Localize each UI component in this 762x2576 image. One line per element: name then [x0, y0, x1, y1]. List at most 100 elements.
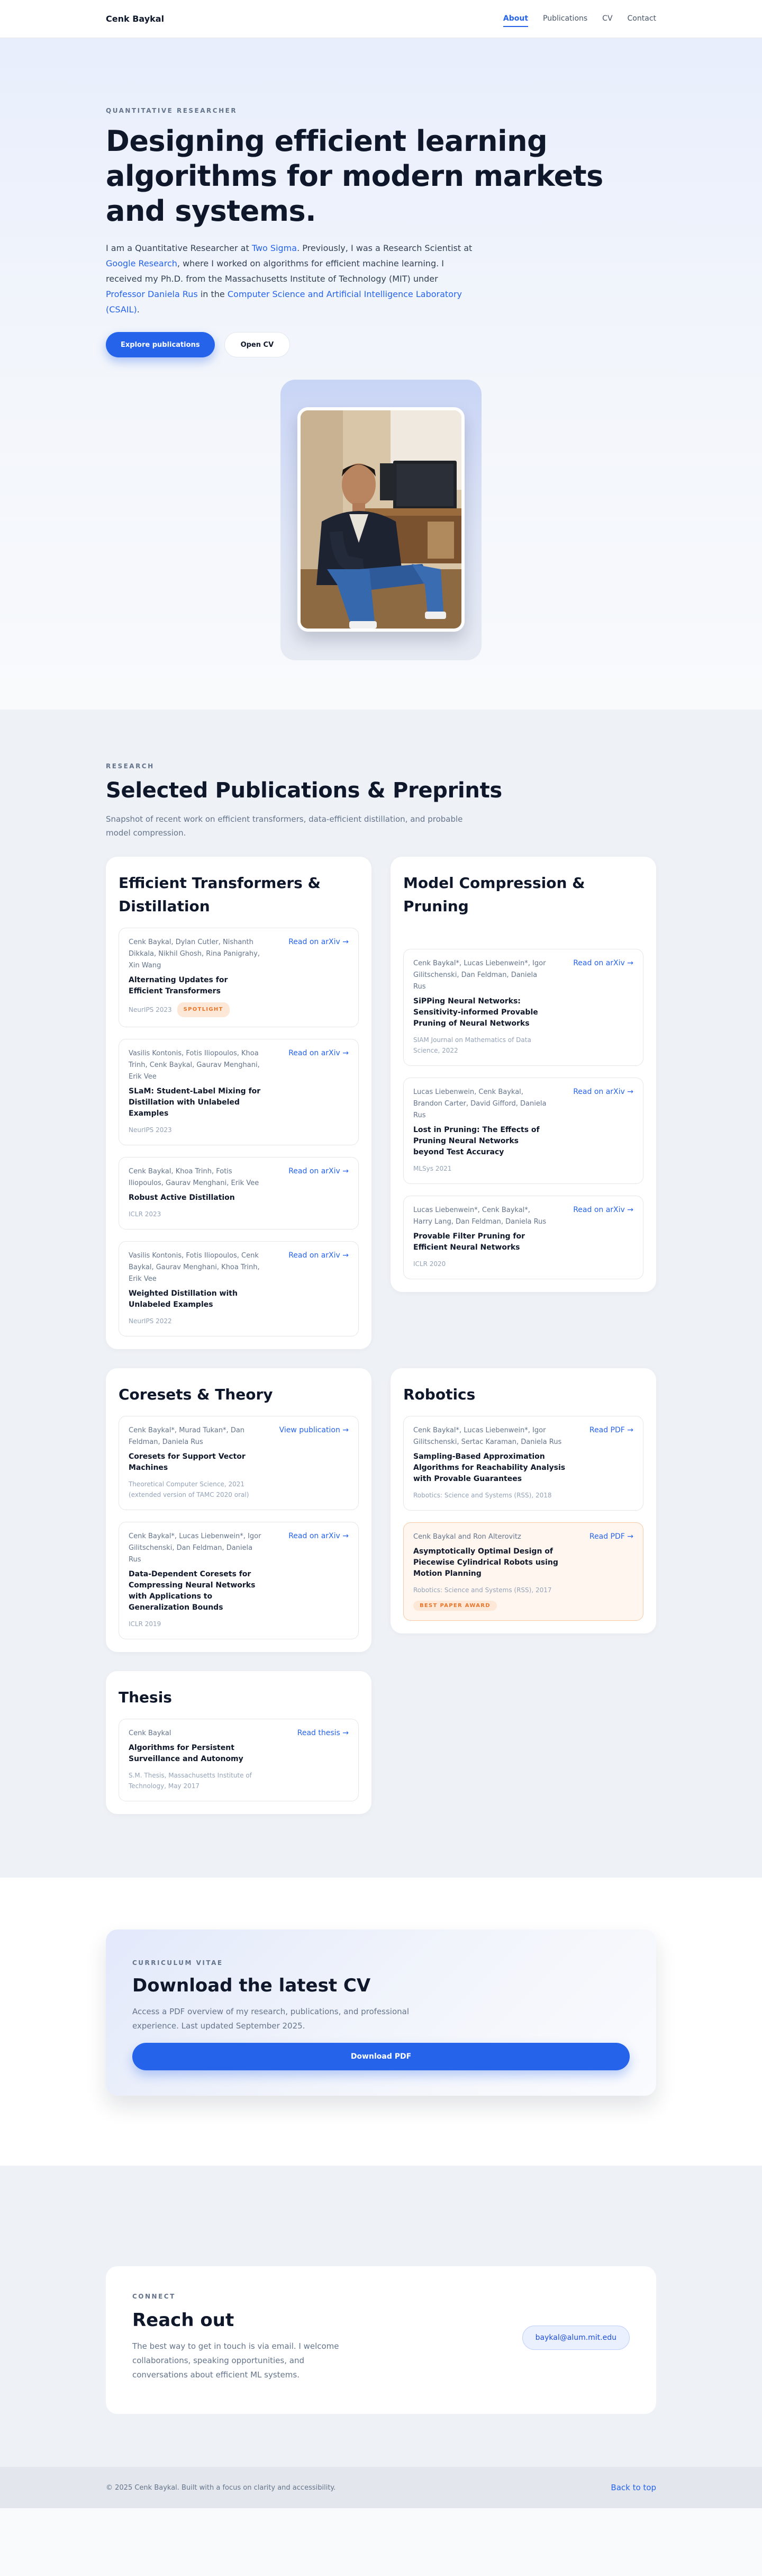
- publication-item: Lucas Liebenwein*, Cenk Baykal*, Harry L…: [403, 1196, 643, 1279]
- publication-authors: Cenk Baykal*, Lucas Liebenwein*, Igor Gi…: [129, 1532, 261, 1564]
- publication-body: Cenk Baykal and Ron Alterovitz Asymptoti…: [413, 1531, 567, 1611]
- category-title: Robotics: [403, 1386, 476, 1403]
- category-title: Thesis: [119, 1689, 172, 1706]
- publication-authors: Vasilis Kontonis, Fotis Iliopoulos, Khoa…: [129, 1049, 260, 1081]
- publication-venue: SIAM Journal on Mathematics of Data Scie…: [413, 1036, 531, 1054]
- publication-venue: NeurIPS 2023: [129, 1006, 172, 1013]
- publication-title: Coresets for Support Vector Machines: [129, 1452, 246, 1472]
- publication-venue: MLSys 2021: [413, 1165, 452, 1172]
- publication-authors: Cenk Baykal and Ron Alterovitz: [413, 1533, 521, 1541]
- publication-venue-row: NeurIPS 2023 SPOTLIGHT: [129, 1002, 264, 1017]
- publication-venue: Robotics: Science and Systems (RSS), 201…: [413, 1492, 552, 1499]
- category-card-robotics: Robotics Cenk Baykal*, Lucas Liebenwein*…: [391, 1368, 656, 1633]
- publication-title: Lost in Pruning: The Effects of Pruning …: [413, 1126, 540, 1156]
- nav-links: About Publications CV Contact: [503, 11, 656, 27]
- publication-title: SiPPing Neural Networks: Sensitivity-inf…: [413, 997, 538, 1028]
- publication-title: Sampling-Based Approximation Algorithms …: [413, 1452, 566, 1483]
- top-nav: Cenk Baykal About Publications CV Contac…: [0, 0, 762, 38]
- publication-venue: NeurIPS 2023: [129, 1126, 172, 1134]
- publication-body: Cenk Baykal, Dylan Cutler, Nishanth Dikk…: [129, 937, 264, 1017]
- contact-eyebrow: CONNECT: [132, 2293, 176, 2300]
- explore-publications-button[interactable]: Explore publications: [106, 332, 215, 357]
- bio-text-4: in the: [197, 289, 228, 299]
- download-pdf-button[interactable]: Download PDF: [132, 2043, 630, 2070]
- publication-body: Cenk Baykal*, Murad Tukan*, Dan Feldman,…: [129, 1425, 253, 1500]
- publication-body: Cenk Baykal*, Lucas Liebenwein*, Igor Gi…: [129, 1531, 264, 1629]
- bio-text-2: . Previously, I was a Research Scientist…: [297, 243, 473, 253]
- contact-card: CONNECT Reach out The best way to get in…: [106, 2266, 656, 2414]
- publication-authors: Cenk Baykal*, Murad Tukan*, Dan Feldman,…: [129, 1426, 245, 1446]
- nav-link-publications[interactable]: Publications: [543, 11, 587, 27]
- read-on-arxiv-link[interactable]: Read on arXiv →: [288, 1048, 349, 1135]
- brand-link[interactable]: Cenk Baykal: [106, 14, 164, 24]
- publication-authors: Cenk Baykal*, Lucas Liebenwein*, Igor Gi…: [413, 1426, 562, 1446]
- open-cv-button[interactable]: Open CV: [224, 332, 291, 357]
- publication-item: Cenk Baykal Algorithms for Persistent Su…: [119, 1719, 359, 1801]
- read-on-arxiv-link[interactable]: Read on arXiv →: [288, 1166, 349, 1219]
- category-title: Coresets & Theory: [119, 1386, 273, 1403]
- cv-description: Access a PDF overview of my research, pu…: [132, 2007, 410, 2031]
- publication-authors: Lucas Liebenwein*, Cenk Baykal*, Harry L…: [413, 1206, 547, 1226]
- publication-authors: Cenk Baykal*, Lucas Liebenwein*, Igor Gi…: [413, 959, 546, 991]
- nav-link-contact[interactable]: Contact: [628, 11, 656, 27]
- read-pdf-link[interactable]: Read PDF →: [589, 1425, 633, 1501]
- publication-item: Lucas Liebenwein, Cenk Baykal, Brandon C…: [403, 1078, 643, 1184]
- publication-title: Data-Dependent Coresets for Compressing …: [129, 1570, 256, 1612]
- category-card-coresets-theory: Coresets & Theory Cenk Baykal*, Murad Tu…: [106, 1368, 371, 1652]
- bio-text-1: I am a Quantitative Researcher at: [106, 243, 252, 253]
- publication-authors: Lucas Liebenwein, Cenk Baykal, Brandon C…: [413, 1088, 547, 1119]
- advisor-link[interactable]: Professor Daniela Rus: [106, 289, 198, 299]
- read-thesis-link[interactable]: Read thesis →: [297, 1728, 349, 1791]
- cv-card: CURRICULUM VITAE Download the latest CV …: [106, 1929, 656, 2096]
- cv-eyebrow: CURRICULUM VITAE: [132, 1959, 223, 1967]
- research-subtitle: Snapshot of recent work on efficient tra…: [106, 814, 463, 838]
- publication-venue: NeurIPS 2022: [129, 1317, 172, 1325]
- read-on-arxiv-link[interactable]: Read on arXiv →: [288, 937, 349, 1017]
- publication-body: Lucas Liebenwein, Cenk Baykal, Brandon C…: [413, 1087, 548, 1174]
- publication-body: Lucas Liebenwein*, Cenk Baykal*, Harry L…: [413, 1205, 548, 1269]
- publication-item: Cenk Baykal*, Murad Tukan*, Dan Feldman,…: [119, 1416, 359, 1510]
- read-on-arxiv-link[interactable]: Read on arXiv →: [573, 1205, 633, 1269]
- publication-item-award: Cenk Baykal and Ron Alterovitz Asymptoti…: [403, 1522, 643, 1621]
- publication-venue: Theoretical Computer Science, 2021 (exte…: [129, 1480, 249, 1498]
- read-on-arxiv-link[interactable]: Read on arXiv →: [573, 1087, 633, 1174]
- publication-title: Provable Filter Pruning for Efficient Ne…: [413, 1232, 525, 1252]
- read-on-arxiv-link[interactable]: Read on arXiv →: [573, 958, 633, 1056]
- publication-body: Cenk Baykal*, Lucas Liebenwein*, Igor Gi…: [413, 958, 548, 1056]
- footer-copyright: © 2025 Cenk Baykal. Built with a focus o…: [106, 2483, 336, 2492]
- nav-link-cv[interactable]: CV: [602, 11, 612, 27]
- publication-title: Asymptotically Optimal Design of Piecewi…: [413, 1547, 558, 1578]
- back-to-top-link[interactable]: Back to top: [611, 2483, 656, 2492]
- contact-text-block: CONNECT Reach out The best way to get in…: [132, 2293, 355, 2382]
- email-link[interactable]: baykal@alum.mit.edu: [522, 2325, 630, 2350]
- read-on-arxiv-link[interactable]: Read on arXiv →: [288, 1250, 349, 1326]
- publication-body: Cenk Baykal*, Lucas Liebenwein*, Igor Gi…: [413, 1425, 567, 1501]
- spotlight-badge: SPOTLIGHT: [177, 1002, 230, 1017]
- publication-authors: Cenk Baykal: [129, 1729, 171, 1737]
- publication-authors: Cenk Baykal, Khoa Trinh, Fotis Iliopoulo…: [129, 1168, 259, 1187]
- read-pdf-link[interactable]: Read PDF →: [589, 1531, 633, 1611]
- publication-venue: S.M. Thesis, Massachusetts Institute of …: [129, 1772, 252, 1790]
- nav-link-about[interactable]: About: [503, 11, 529, 27]
- publication-authors: Cenk Baykal, Dylan Cutler, Nishanth Dikk…: [129, 938, 260, 970]
- publication-venue: ICLR 2023: [129, 1210, 161, 1218]
- publication-item: Vasilis Kontonis, Fotis Iliopoulos, Cenk…: [119, 1241, 359, 1336]
- two-sigma-link[interactable]: Two Sigma: [252, 243, 297, 253]
- bio-text-5: .: [137, 304, 140, 315]
- publication-body: Vasilis Kontonis, Fotis Iliopoulos, Khoa…: [129, 1048, 264, 1135]
- read-on-arxiv-link[interactable]: Read on arXiv →: [288, 1531, 349, 1629]
- publication-grid: Efficient Transformers & Distillation Ce…: [106, 857, 656, 1814]
- publication-title: Alternating Updates for Efficient Transf…: [129, 976, 228, 995]
- research-eyebrow: RESEARCH: [106, 762, 155, 770]
- hero-section: QUANTITATIVE RESEARCHER Designing effici…: [0, 38, 762, 710]
- hero-bio: I am a Quantitative Researcher at Two Si…: [106, 240, 476, 317]
- footer: © 2025 Cenk Baykal. Built with a focus o…: [0, 2467, 762, 2508]
- category-title: Model Compression & Pruning: [403, 874, 585, 915]
- hero-actions: Explore publications Open CV: [106, 332, 656, 357]
- research-section: RESEARCH Selected Publications & Preprin…: [0, 710, 762, 1878]
- category-card-efficient-transformers: Efficient Transformers & Distillation Ce…: [106, 857, 371, 1349]
- view-publication-link[interactable]: View publication →: [279, 1425, 349, 1500]
- contact-description: The best way to get in touch is via emai…: [132, 2341, 339, 2380]
- google-research-link[interactable]: Google Research: [106, 258, 177, 268]
- publication-venue: Robotics: Science and Systems (RSS), 201…: [413, 1586, 552, 1594]
